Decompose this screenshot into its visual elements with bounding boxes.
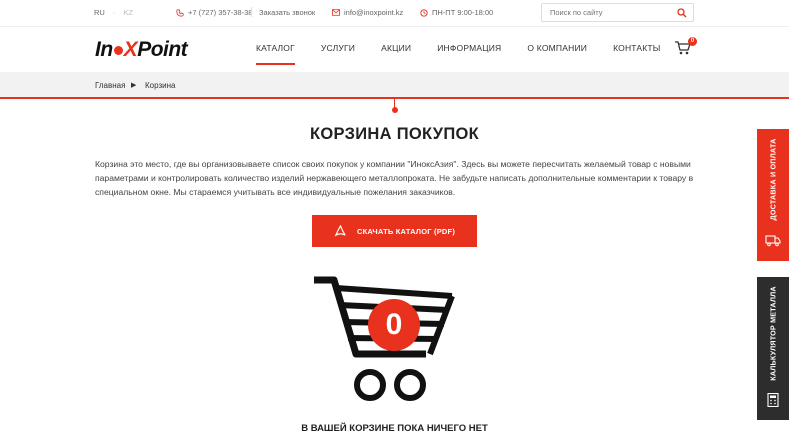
download-catalog-label: СКАЧАТЬ КАТАЛОГ (PDF) <box>356 226 456 236</box>
nav-about[interactable]: О КОМПАНИИ <box>527 43 587 65</box>
email-contact[interactable]: info@inoxpoint.kz <box>332 8 403 17</box>
search-box <box>541 3 694 22</box>
metal-calculator-tab[interactable]: КАЛЬКУЛЯТОР МЕТАЛЛА <box>757 277 789 420</box>
delivery-tab-label: ДОСТАВКА И ОПЛАТА <box>768 138 778 221</box>
logo-text-3: Point <box>137 38 188 61</box>
phone-number: +7 (727) 357-38-38 <box>188 8 253 17</box>
nav-promotions[interactable]: АКЦИИ <box>381 43 411 65</box>
empty-cart-message: В ВАШЕЙ КОРЗИНЕ ПОКА НИЧЕГО НЕТ <box>301 423 488 434</box>
truck-icon <box>765 235 781 247</box>
divider <box>251 7 252 17</box>
page-description: Корзина это место, где вы организовывает… <box>95 159 694 197</box>
breadcrumb: Главная ▶ Корзина <box>0 72 789 99</box>
phone-icon <box>176 8 184 17</box>
calculator-icon <box>767 393 779 407</box>
page-title: КОРЗИНА ПОКУПОК <box>309 125 479 143</box>
nav-contacts[interactable]: КОНТАКТЫ <box>613 43 660 65</box>
mail-icon <box>332 9 340 16</box>
download-catalog-button[interactable]: СКАЧАТЬ КАТАЛОГ (PDF) <box>312 215 477 247</box>
logo-text-2: X <box>123 38 138 61</box>
clock-icon <box>420 8 428 17</box>
hours-text: ПН-ПТ 9:00-18:00 <box>432 8 494 17</box>
nav-services[interactable]: УСЛУГИ <box>321 43 355 65</box>
calculator-tab-label: КАЛЬКУЛЯТОР МЕТАЛЛА <box>768 286 778 381</box>
logo-text-1: In <box>95 38 113 61</box>
empty-cart-illustration: 0 <box>310 272 460 407</box>
breadcrumb-home[interactable]: Главная <box>95 81 125 90</box>
main-header: In X Point КАТАЛОГ УСЛУГИ АКЦИИ ИНФОРМАЦИЯ… <box>0 26 789 72</box>
breadcrumb-current: Корзина <box>145 81 176 90</box>
lang-kz[interactable]: KZ <box>124 8 134 17</box>
pdf-icon <box>334 225 346 237</box>
logo-dot <box>113 45 123 55</box>
phone-contact[interactable]: +7 (727) 357-38-38 <box>176 8 252 17</box>
callback-link[interactable]: Заказать звонок <box>259 8 315 17</box>
chevron-right-icon: ▶ <box>131 82 137 89</box>
search-icon[interactable] <box>677 8 687 18</box>
header-cart-button[interactable]: 0 <box>675 37 697 57</box>
email-address: info@inoxpoint.kz <box>344 8 404 17</box>
delivery-payment-tab[interactable]: ДОСТАВКА И ОПЛАТА <box>757 129 789 261</box>
nav-catalog[interactable]: КАТАЛОГ <box>256 43 295 65</box>
nav-information[interactable]: ИНФОРМАЦИЯ <box>437 43 501 65</box>
decorative-dot <box>391 107 398 113</box>
language-switcher: RU · KZ <box>94 8 133 17</box>
lang-ru[interactable]: RU <box>94 8 105 17</box>
cart-items-count: 0 <box>368 299 420 351</box>
working-hours: ПН-ПТ 9:00-18:00 <box>420 8 493 17</box>
site-logo[interactable]: In X Point <box>95 38 188 62</box>
top-bar: RU · KZ +7 (727) 357-38-38 Заказать звон… <box>0 0 789 26</box>
lang-separator: · <box>112 8 116 17</box>
cart-count-badge: 0 <box>688 37 697 46</box>
main-nav: КАТАЛОГ УСЛУГИ АКЦИИ ИНФОРМАЦИЯ О КОМПАН… <box>256 43 687 65</box>
search-input[interactable] <box>550 8 670 17</box>
